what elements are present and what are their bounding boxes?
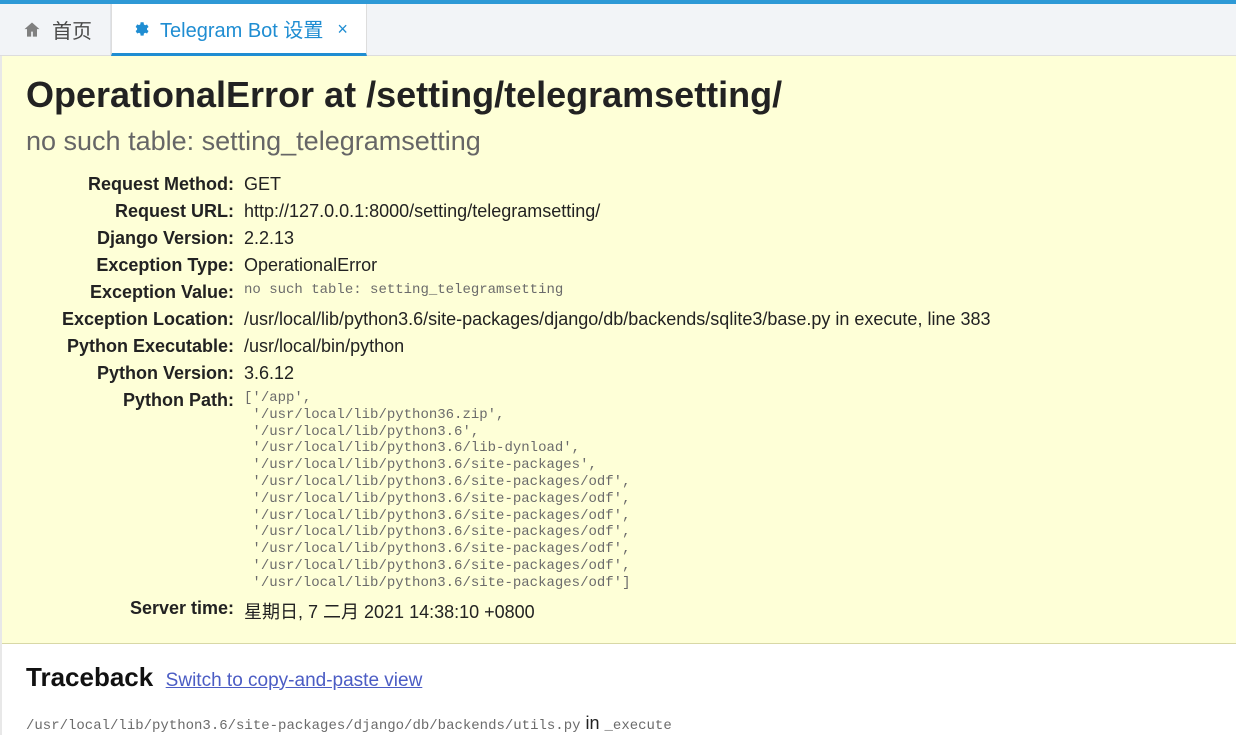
label-exception-location: Exception Location: [62,306,244,333]
error-title: OperationalError at /setting/telegramset… [26,74,1212,116]
label-django-version: Django Version: [62,225,244,252]
label-exception-type: Exception Type: [62,252,244,279]
label-request-url: Request URL: [62,198,244,225]
tab-telegram-settings[interactable]: Telegram Bot 设置 × [111,4,367,56]
value-exception-location: /usr/local/lib/python3.6/site-packages/d… [244,306,990,333]
row-python-path: Python Path: ['/app', '/usr/local/lib/py… [62,387,991,595]
traceback-path: /usr/local/lib/python3.6/site-packages/d… [26,718,581,734]
value-python-path: ['/app', '/usr/local/lib/python36.zip', … [244,387,990,595]
traceback-fn: _execute [605,718,672,734]
row-python-version: Python Version: 3.6.12 [62,360,991,387]
row-request-url: Request URL: http://127.0.0.1:8000/setti… [62,198,991,225]
home-icon [22,20,42,40]
error-subtitle: no such table: setting_telegramsetting [26,126,1212,157]
traceback-entry: /usr/local/lib/python3.6/site-packages/d… [26,713,1212,734]
request-meta-table: Request Method: GET Request URL: http://… [62,171,991,627]
row-exception-location: Exception Location: /usr/local/lib/pytho… [62,306,991,333]
close-icon[interactable]: × [337,20,348,38]
value-exception-type: OperationalError [244,252,990,279]
switch-view-link[interactable]: Switch to copy-and-paste view [166,670,423,691]
label-request-method: Request Method: [62,171,244,198]
traceback-heading: Traceback [26,662,153,693]
gear-icon [130,19,150,39]
value-django-version: 2.2.13 [244,225,990,252]
row-exception-type: Exception Type: OperationalError [62,252,991,279]
error-summary: OperationalError at /setting/telegramset… [2,56,1236,644]
traceback-in-word: in [581,713,605,733]
label-python-path: Python Path: [62,387,244,595]
label-python-executable: Python Executable: [62,333,244,360]
tab-active-label: Telegram Bot 设置 [160,14,323,43]
value-python-version: 3.6.12 [244,360,990,387]
label-python-version: Python Version: [62,360,244,387]
tab-bar: 首页 Telegram Bot 设置 × [0,4,1236,56]
label-exception-value: Exception Value: [62,279,244,306]
content-area: OperationalError at /setting/telegramset… [0,56,1236,735]
row-django-version: Django Version: 2.2.13 [62,225,991,252]
label-server-time: Server time: [62,595,244,627]
row-server-time: Server time: 星期日, 7 二月 2021 14:38:10 +08… [62,595,991,627]
tab-home[interactable]: 首页 [4,4,111,55]
value-server-time: 星期日, 7 二月 2021 14:38:10 +0800 [244,595,990,627]
value-python-executable: /usr/local/bin/python [244,333,990,360]
row-request-method: Request Method: GET [62,171,991,198]
value-request-url: http://127.0.0.1:8000/setting/telegramse… [244,198,990,225]
traceback-section: Traceback Switch to copy-and-paste view … [2,644,1236,734]
row-exception-value: Exception Value: no such table: setting_… [62,279,991,306]
value-exception-value: no such table: setting_telegramsetting [244,279,990,306]
value-request-method: GET [244,171,990,198]
row-python-executable: Python Executable: /usr/local/bin/python [62,333,991,360]
tab-home-label: 首页 [52,15,92,44]
